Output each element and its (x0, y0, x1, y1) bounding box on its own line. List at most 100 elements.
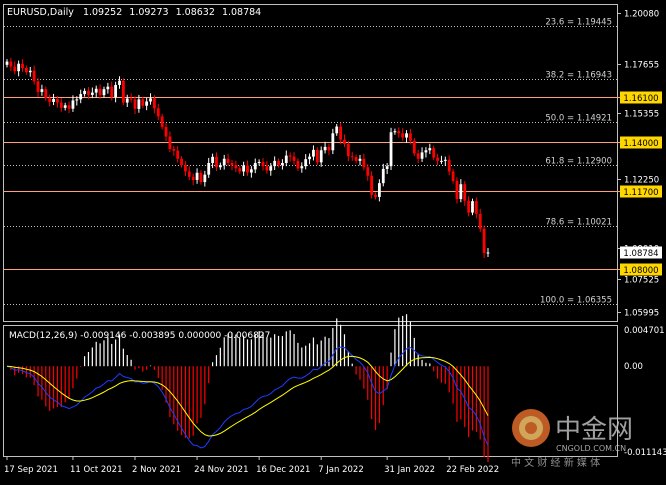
candle-body (273, 160, 277, 167)
candle-body (184, 165, 187, 172)
ohlc-high: 1.09273 (129, 7, 168, 18)
candle-body (133, 99, 137, 109)
candle-body (94, 88, 98, 93)
candle-body (102, 89, 106, 96)
candle-body (24, 67, 28, 73)
candle-body (343, 139, 346, 144)
fib-label: 100.0 = 1.06355 (540, 296, 612, 306)
candle-body (234, 165, 238, 169)
candle-body (300, 166, 304, 169)
candle-body (36, 81, 40, 92)
candle-body (83, 90, 86, 95)
candle-body (211, 156, 214, 163)
candle-body (195, 172, 199, 180)
candle-body (284, 155, 288, 163)
candle-body (467, 200, 471, 213)
time-tick-label: 2 Nov 2021 (132, 465, 181, 475)
candle-body (156, 108, 160, 117)
candle-body (230, 163, 234, 166)
candle-body (393, 131, 397, 133)
sr-price-label: 1.14000 (623, 139, 658, 149)
candle-body (482, 228, 486, 254)
chart-window[interactable]: 23.6 = 1.19445 38.2 = 1.16943 50.0 = 1.149… (0, 0, 666, 481)
candle-body (339, 126, 342, 140)
candle-body (75, 99, 79, 101)
candle-body (9, 61, 13, 67)
candle-body (180, 158, 183, 166)
candle-body (455, 181, 459, 200)
candle-body (312, 149, 315, 157)
candle-body (381, 168, 385, 184)
candle-body (153, 98, 156, 109)
candle-body (440, 160, 443, 162)
candle-body (222, 158, 226, 166)
candle-body (242, 165, 246, 172)
time-tick-label: 24 Nov 2021 (194, 465, 248, 475)
chart-title: EURUSD,Daily (7, 7, 74, 18)
candle-body (486, 252, 490, 254)
candle-body (362, 158, 366, 168)
candle-body (145, 101, 149, 106)
candle-body (28, 70, 32, 73)
candle-body (87, 90, 90, 95)
candle-body (5, 61, 9, 65)
fib-label: 38.2 = 1.16943 (545, 71, 612, 81)
macd-axis-label: 0.004701 (624, 326, 665, 336)
cngold-watermark: 中金网 CNGOLD.COM.CN 中 文 财 经 新 媒 体 (511, 409, 633, 469)
price-tick-label: 1.07525 (624, 276, 659, 286)
candle-body (118, 80, 121, 85)
candle-body (106, 86, 110, 90)
current-price-label: 1.08784 (623, 249, 658, 259)
macd-label: MACD(12,26,9) -0.009146 -0.003895 0.0000… (9, 331, 270, 341)
candle-body (249, 169, 253, 173)
candle-body (428, 148, 432, 151)
candle-body (121, 80, 125, 103)
candle-body (172, 149, 176, 151)
candle-body (474, 201, 478, 214)
candle-body (315, 149, 319, 163)
candle-body (265, 166, 269, 171)
candle-body (125, 98, 129, 103)
candle-body (471, 201, 474, 213)
candle-body (226, 158, 230, 163)
candle-body (149, 98, 152, 102)
candle-body (281, 163, 284, 166)
candle-body (176, 150, 180, 159)
candle-body (90, 92, 94, 95)
candle-body (335, 126, 339, 134)
candle-body (129, 98, 133, 100)
candle-body (447, 159, 451, 172)
candle-body (203, 174, 207, 183)
candle-body (40, 89, 44, 92)
candle-body (397, 131, 401, 134)
candle-body (44, 89, 48, 99)
candle-body (141, 99, 145, 106)
candle-body (277, 160, 280, 166)
candle-body (137, 99, 141, 109)
time-tick-label: 11 Oct 2021 (70, 465, 123, 475)
candle-body (52, 98, 55, 102)
candle-body (416, 153, 420, 159)
candle-body (292, 156, 296, 161)
candle-body (451, 171, 455, 182)
fib-label: 61.8 = 1.12900 (545, 157, 612, 167)
candle-body (59, 102, 63, 108)
candle-body (409, 133, 412, 141)
candle-body (443, 159, 447, 161)
candle-body (199, 172, 203, 183)
watermark-domain: CNGOLD.COM.CN (556, 444, 626, 453)
fib-label: 23.6 = 1.19445 (545, 18, 612, 28)
time-tick-label: 31 Jan 2022 (384, 465, 435, 475)
candle-body (21, 63, 24, 68)
candle-body (366, 167, 370, 176)
candle-body (32, 70, 36, 82)
time-tick-label: 7 Jan 2022 (318, 465, 364, 475)
candle-body (412, 140, 416, 154)
candle-body (261, 161, 265, 167)
watermark-tagline: 中 文 财 经 新 媒 体 (511, 456, 600, 469)
price-tick-label: 1.15355 (624, 110, 659, 120)
candle-body (331, 133, 335, 151)
candle-body (17, 63, 21, 72)
candle-body (432, 148, 436, 158)
price-tick-label: 1.05995 (624, 309, 659, 319)
